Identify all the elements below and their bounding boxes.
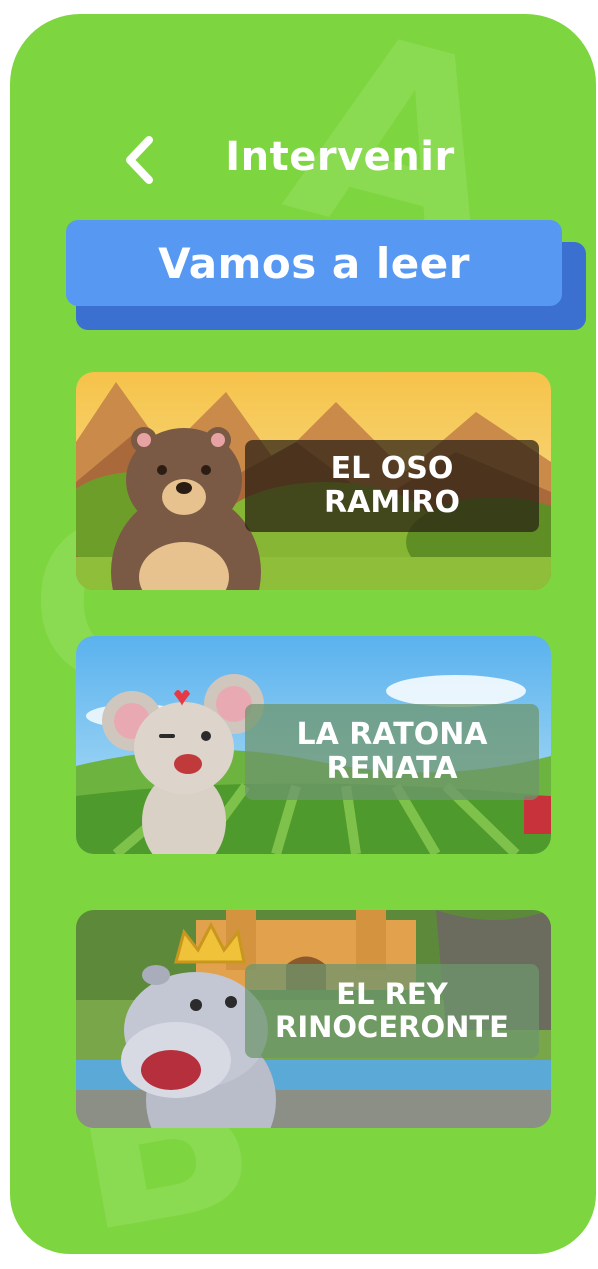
story-title-rey-rinoceronte: EL REY RINOCERONTE xyxy=(245,964,539,1058)
story-title-line2: RINOCERONTE xyxy=(275,1010,509,1044)
header: Intervenir xyxy=(10,124,596,194)
chevron-left-icon xyxy=(126,136,153,184)
story-title-oso-ramiro: EL OSO RAMIRO xyxy=(245,440,539,532)
story-title-ratona-renata: LA RATONA RENATA xyxy=(245,704,539,800)
app-screen: A C B Intervenir Vamos a leer xyxy=(10,14,596,1254)
back-button[interactable] xyxy=(114,130,164,190)
story-card-oso-ramiro[interactable]: EL OSO RAMIRO xyxy=(76,372,551,590)
story-title-line1: EL REY xyxy=(336,976,448,1011)
story-title-line2: RENATA xyxy=(326,751,458,786)
story-title-line1: LA RATONA xyxy=(296,716,488,752)
story-card-rey-rinoceronte[interactable]: EL REY RINOCERONTE xyxy=(76,910,551,1128)
story-card-ratona-renata[interactable]: LA RATONA RENATA xyxy=(76,636,551,854)
vamos-a-leer-banner[interactable]: Vamos a leer xyxy=(66,220,562,306)
page-title: Intervenir xyxy=(225,134,455,180)
story-title-line2: RAMIRO xyxy=(324,485,460,520)
story-title-line1: EL OSO xyxy=(330,450,454,486)
